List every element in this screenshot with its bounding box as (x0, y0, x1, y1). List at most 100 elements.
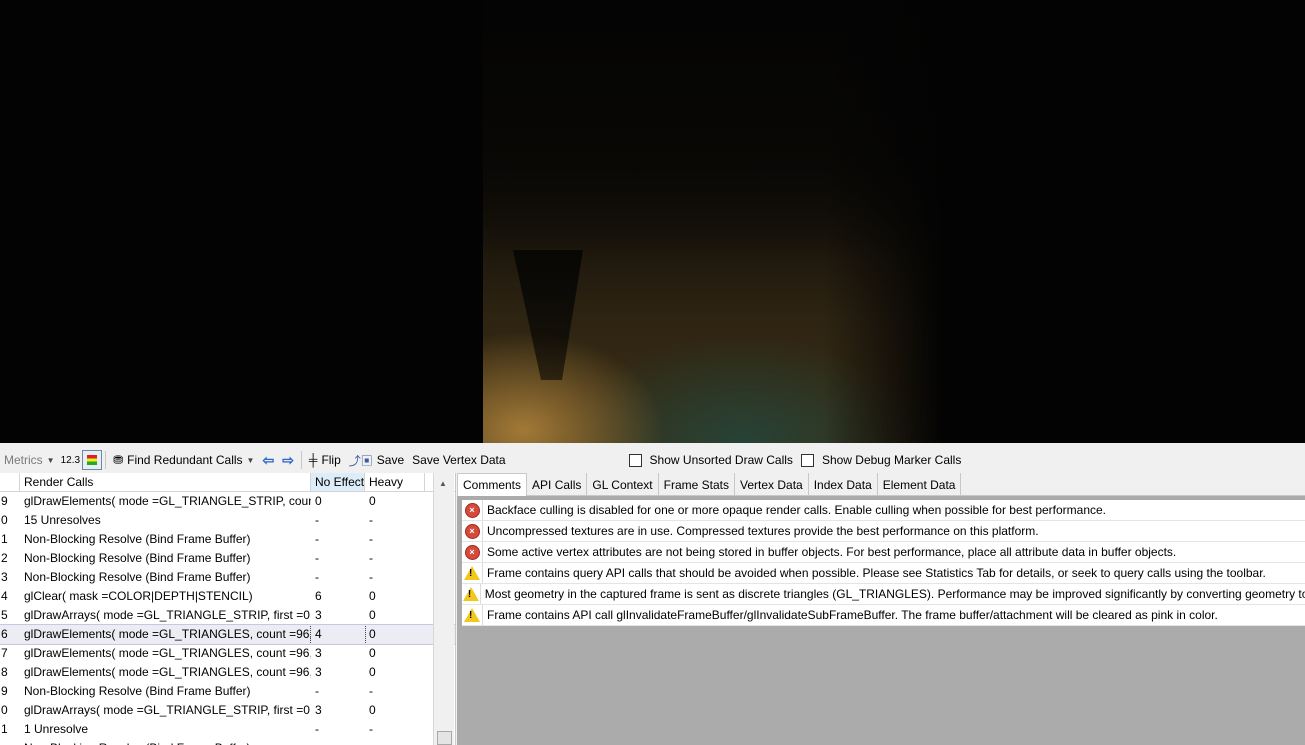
table-row[interactable]: 5 glDrawArrays( mode =GL_TRIANGLE_STRIP, … (0, 606, 455, 625)
comment-text: Most geometry in the captured frame is s… (484, 587, 1305, 601)
table-row[interactable]: 1 Non-Blocking Resolve (Bind Frame Buffer… (0, 530, 455, 549)
row-index: 2 (1, 551, 8, 565)
scrollbar-thumb[interactable] (437, 731, 452, 745)
save-vertex-data-button[interactable]: Save Vertex Data (408, 449, 509, 471)
show-unsorted-label: Show Unsorted Draw Calls (649, 453, 793, 467)
show-unsorted-checkbox[interactable] (628, 453, 642, 467)
table-row[interactable]: 2 Non-Blocking Resolve (Bind Frame Buffer… (0, 549, 455, 568)
table-row[interactable]: 9 glDrawElements( mode =GL_TRIANGLE_STRIP… (0, 492, 455, 511)
next-arrow-icon[interactable]: ⇨ (278, 449, 298, 471)
no-effect-cell: - (315, 722, 319, 736)
comment-row[interactable]: ! Most geometry in the captured frame is … (462, 584, 1305, 605)
toolbar-separator (105, 451, 107, 469)
table-row[interactable]: 7 glDrawElements( mode =GL_TRIANGLES, cou… (0, 644, 455, 663)
comments-list: × Backface culling is disabled for one or… (462, 500, 1305, 626)
no-effect-column-header[interactable]: No Effect (311, 473, 365, 491)
show-debug-checkbox[interactable] (800, 453, 814, 467)
comment-row[interactable]: × Some active vertex attributes are not b… (462, 542, 1305, 563)
row-index: 0 (1, 513, 8, 527)
table-row[interactable]: Non-Blocking Resolve (Bind Frame Buffer) (0, 739, 455, 745)
tab-api-calls[interactable]: API Calls (527, 473, 588, 495)
binoculars-icon: ⛃ (113, 453, 124, 467)
row-index: 7 (1, 646, 8, 660)
heavy-cell: - (369, 570, 373, 584)
table-row[interactable]: 8 glDrawElements( mode =GL_TRIANGLES, cou… (0, 663, 455, 682)
chevron-down-icon: ▼ (46, 455, 55, 465)
row-index: 1 (1, 722, 8, 736)
show-unsorted-draw-calls-toggle[interactable]: Show Unsorted Draw Calls (625, 449, 797, 471)
table-row[interactable]: 0 15 Unresolves - - (0, 511, 455, 530)
scroll-up-icon[interactable]: ▲ (439, 479, 447, 488)
render-call-cell: 15 Unresolves (24, 513, 101, 527)
render-call-cell: glDrawElements( mode =GL_TRIANGLES, coun… (24, 646, 311, 660)
no-effect-cell: - (315, 513, 319, 527)
table-row[interactable]: 6 glDrawElements( mode =GL_TRIANGLES, cou… (0, 624, 455, 645)
render-call-cell: Non-Blocking Resolve (Bind Frame Buffer) (24, 684, 251, 698)
chevron-down-icon: ▼ (246, 455, 255, 465)
scene-edge-fade (823, 0, 943, 443)
metrics-bars-icon[interactable] (82, 450, 103, 470)
comment-text: Frame contains API call glInvalidateFram… (487, 608, 1218, 622)
heavy-cell: 0 (369, 627, 376, 641)
no-effect-cell: 3 (315, 646, 322, 660)
tab-vertex-data[interactable]: Vertex Data (735, 473, 809, 495)
no-effect-cell: 3 (315, 703, 322, 717)
previous-arrow-icon[interactable]: ⇦ (258, 449, 278, 471)
metrics-value: 12.3 (60, 454, 81, 466)
heavy-cell (365, 739, 425, 745)
comment-text: Some active vertex attributes are not be… (487, 545, 1177, 559)
heavy-cell: 0 (369, 703, 376, 717)
comment-text: Uncompressed textures are in use. Compre… (487, 524, 1039, 538)
no-effect-cell: 3 (315, 608, 322, 622)
comment-row[interactable]: × Uncompressed textures are in use. Compr… (462, 521, 1305, 542)
comment-row[interactable]: ! Frame contains query API calls that sho… (462, 563, 1305, 584)
toolbar-separator (300, 451, 302, 469)
no-effect-cell: 6 (315, 589, 322, 603)
save-button[interactable]: ⤴▣ Save (345, 449, 408, 471)
row-index: 3 (1, 570, 8, 584)
find-redundant-calls-button[interactable]: ⛃ Find Redundant Calls ▼ (109, 449, 258, 471)
heavy-column-header[interactable]: Heavy (365, 473, 425, 491)
table-row[interactable]: 4 glClear( mask =COLOR|DEPTH|STENCIL) 6 0 (0, 587, 455, 606)
warning-icon: ! (462, 605, 483, 625)
flip-button[interactable]: ╪ Flip (305, 449, 345, 471)
comment-row[interactable]: × Backface culling is disabled for one or… (462, 500, 1305, 521)
no-effect-cell: - (315, 570, 319, 584)
render-call-cell: Non-Blocking Resolve (Bind Frame Buffer) (20, 739, 311, 745)
flip-label: Flip (321, 453, 341, 467)
no-effect-cell: 0 (315, 494, 322, 508)
render-call-cell: glDrawElements( mode =GL_TRIANGLE_STRIP,… (24, 494, 311, 508)
row-index: 5 (1, 608, 8, 622)
heavy-cell: - (369, 684, 373, 698)
warning-icon: ! (462, 584, 481, 604)
tab-comments[interactable]: Comments (457, 473, 528, 496)
tab-gl-context[interactable]: GL Context (587, 473, 659, 495)
metrics-dropdown[interactable]: Metrics ▼ (0, 449, 59, 471)
row-index (0, 739, 20, 745)
no-effect-cell: 4 (310, 624, 366, 645)
heavy-cell: 0 (369, 646, 376, 660)
render-calls-column-header[interactable]: Render Calls (20, 473, 311, 491)
index-column-header[interactable] (0, 473, 20, 491)
no-effect-cell (311, 739, 365, 745)
comment-row[interactable]: ! Frame contains API call glInvalidateFra… (462, 605, 1305, 626)
tab-index-data[interactable]: Index Data (809, 473, 878, 495)
comment-text: Frame contains query API calls that shou… (487, 566, 1266, 580)
row-index: 4 (1, 589, 8, 603)
no-effect-cell: 3 (315, 665, 322, 679)
table-row[interactable]: 1 1 Unresolve - - (0, 720, 455, 739)
table-row[interactable]: 9 Non-Blocking Resolve (Bind Frame Buffer… (0, 682, 455, 701)
vertical-scrollbar[interactable]: ▲ (433, 473, 454, 745)
show-debug-marker-calls-toggle[interactable]: Show Debug Marker Calls (797, 449, 965, 471)
row-index: 9 (1, 494, 8, 508)
heavy-cell: 0 (369, 665, 376, 679)
tab-frame-stats[interactable]: Frame Stats (659, 473, 735, 495)
rendered-scene (483, 0, 943, 443)
table-row[interactable]: 0 glDrawArrays( mode =GL_TRIANGLE_STRIP, … (0, 701, 455, 720)
heavy-cell: - (369, 532, 373, 546)
table-row[interactable]: 3 Non-Blocking Resolve (Bind Frame Buffer… (0, 568, 455, 587)
show-debug-label: Show Debug Marker Calls (821, 453, 962, 467)
heavy-cell: 0 (369, 589, 376, 603)
tab-element-data[interactable]: Element Data (878, 473, 962, 495)
render-calls-grid: Render Calls No Effect Heavy 9 glDrawElem… (0, 473, 456, 745)
